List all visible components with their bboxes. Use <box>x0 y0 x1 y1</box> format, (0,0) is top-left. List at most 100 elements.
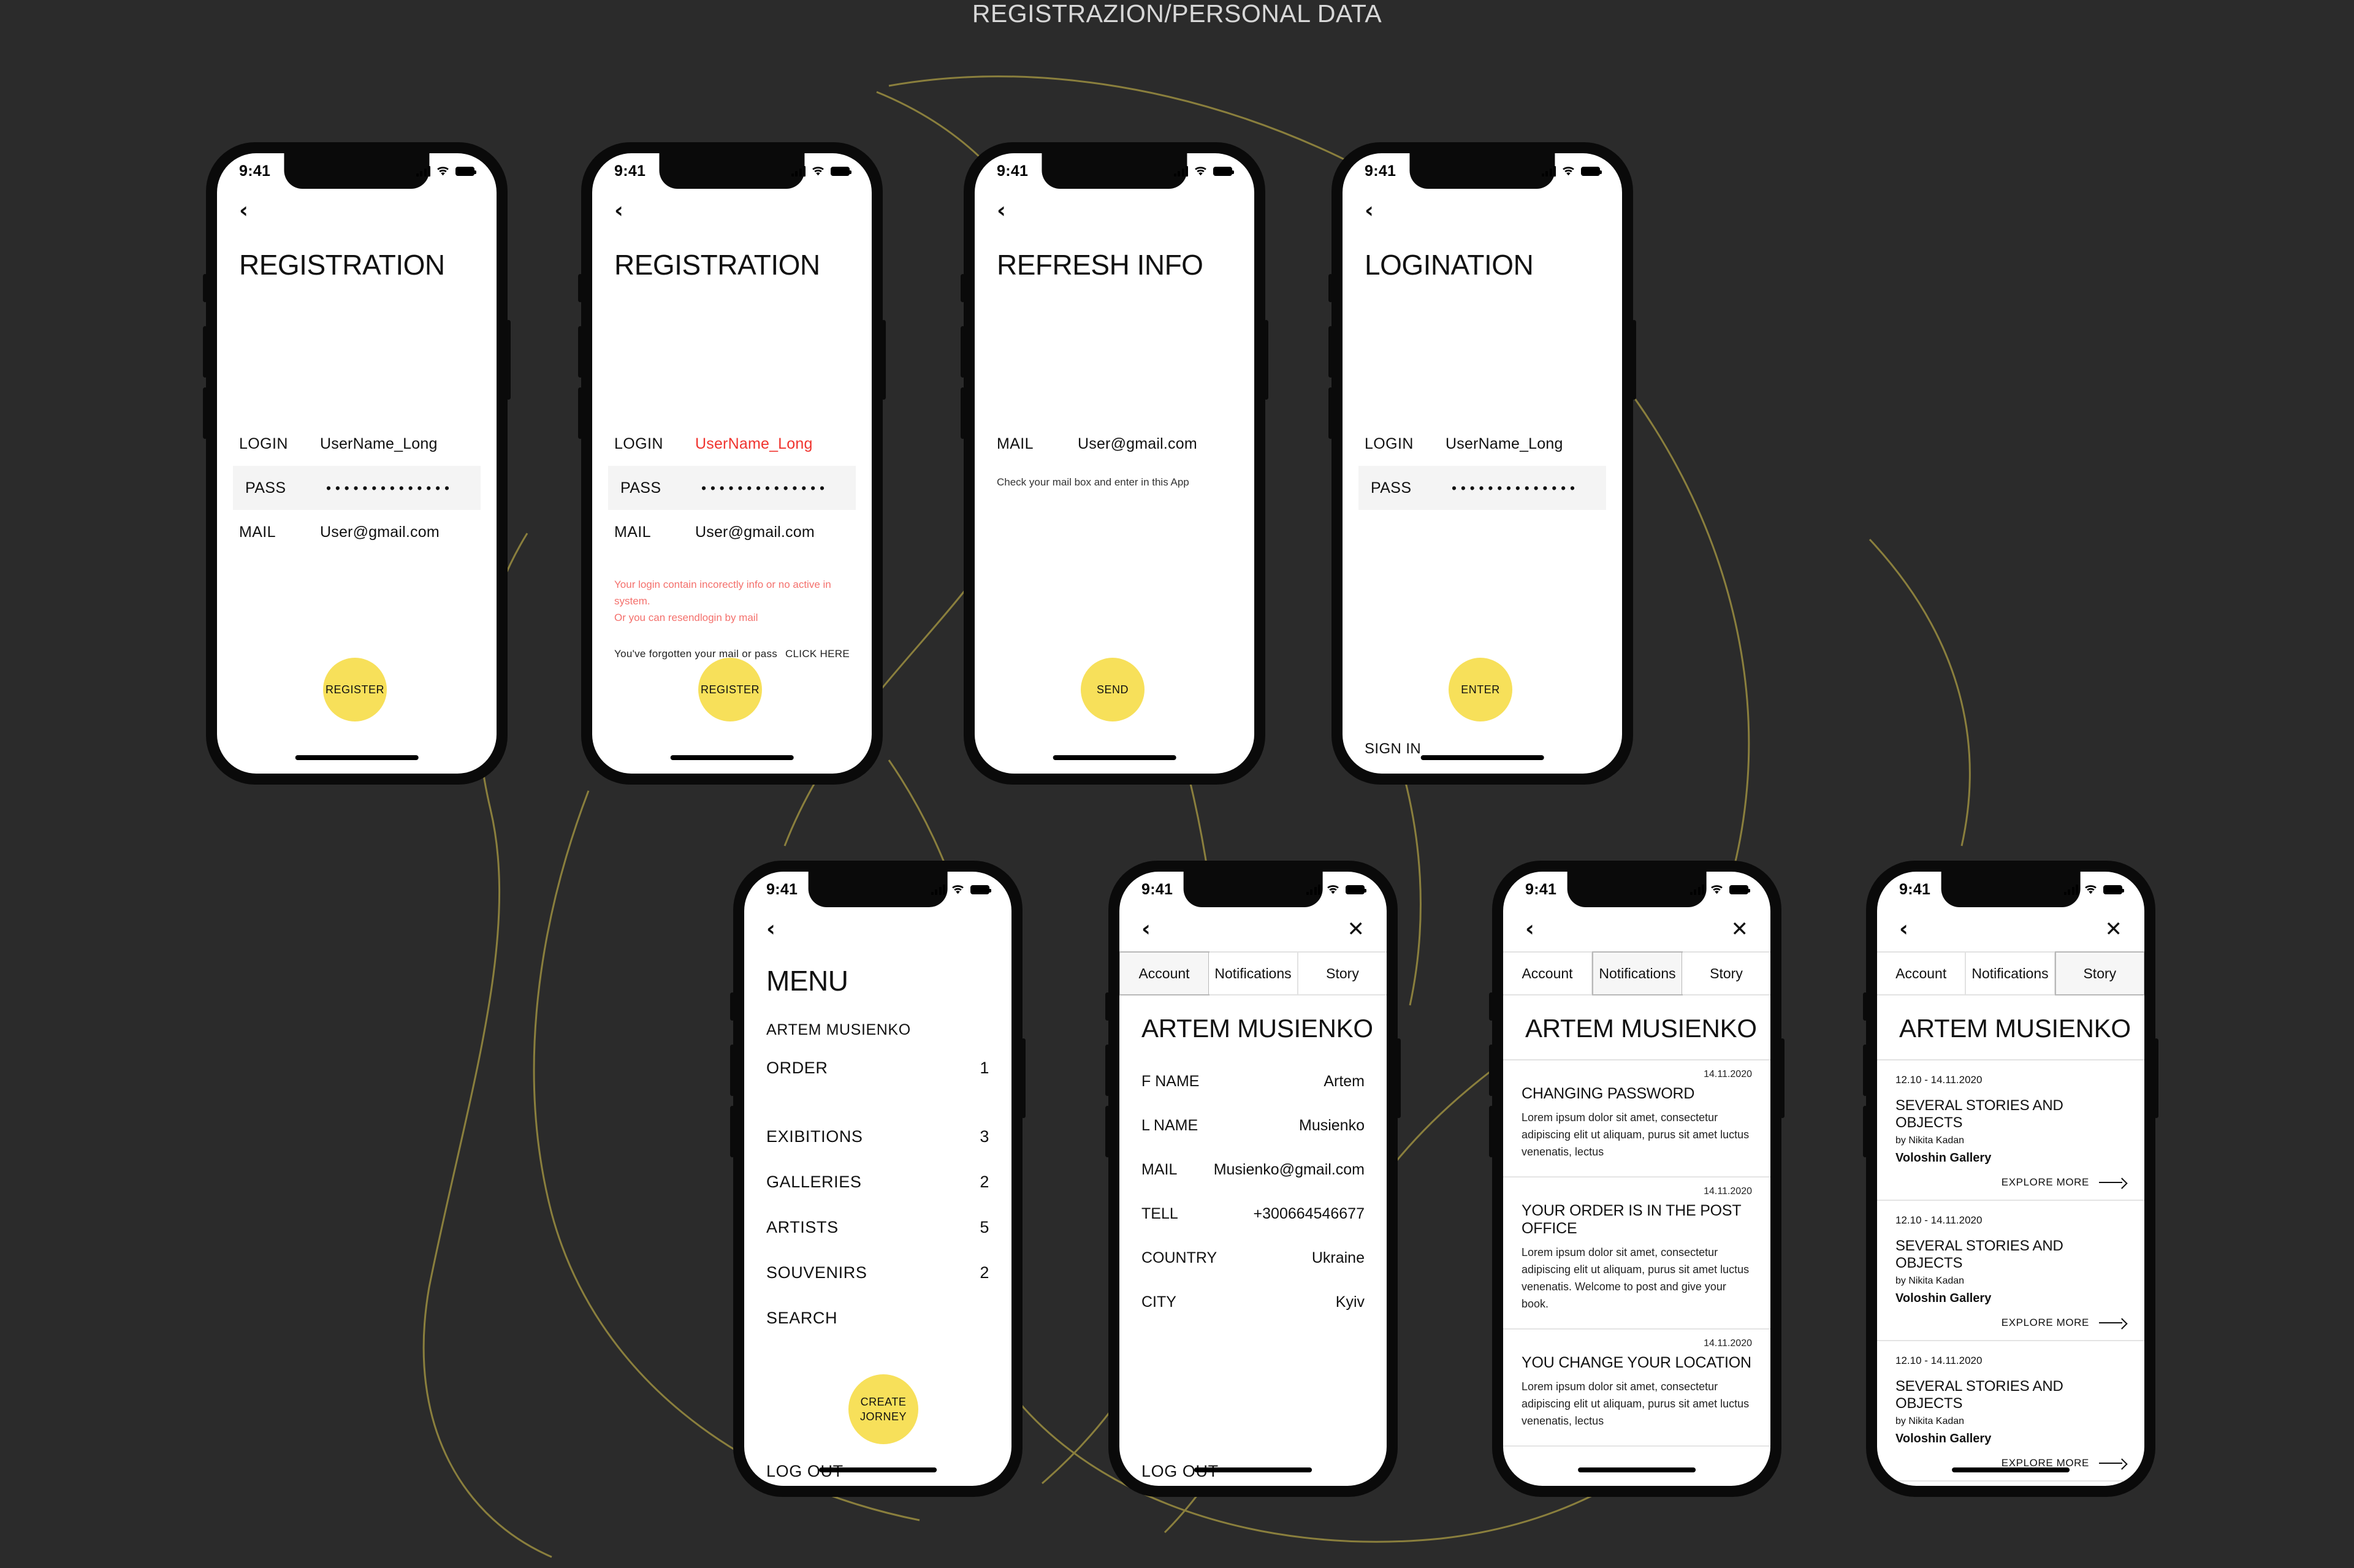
story-item[interactable]: 12.10 - 14.11.2020 SEVERAL STORIES AND O… <box>1877 1201 2144 1341</box>
status-time: 9:41 <box>239 162 271 180</box>
power-button[interactable] <box>1396 1038 1401 1118</box>
field-pass[interactable]: PASS • • • • • • • • • • • • • • <box>233 466 481 510</box>
story-author: by Nikita Kadan <box>1895 1416 1965 1426</box>
field-mail[interactable]: MAIL User@gmail.com <box>614 510 850 554</box>
power-button[interactable] <box>882 320 886 400</box>
volume-up-button[interactable] <box>1328 326 1333 378</box>
account-row-lname[interactable]: L NAME Musienko <box>1119 1103 1387 1147</box>
mute-switch[interactable] <box>1863 992 1867 1021</box>
menu-item-souvenirs[interactable]: SOUVENIRS 2 <box>766 1250 989 1295</box>
volume-up-button[interactable] <box>961 326 965 378</box>
account-row-fname[interactable]: F NAME Artem <box>1119 1059 1387 1103</box>
back-icon[interactable]: ‹ <box>766 918 775 940</box>
story-item[interactable]: 12.10 - 14.11.2020 SEVERAL STORIES AND O… <box>1877 1341 2144 1482</box>
notification-item[interactable]: 14.11.2020 YOUR ORDER IS IN THE POST OFF… <box>1503 1178 1770 1330</box>
power-button[interactable] <box>1021 1038 1026 1118</box>
volume-up-button[interactable] <box>578 326 582 378</box>
volume-down-button[interactable] <box>1328 387 1333 439</box>
volume-up-button[interactable] <box>730 1045 734 1096</box>
notification-item[interactable]: 14.11.2020 CHANGING PASSWORD Lorem ipsum… <box>1503 1060 1770 1178</box>
menu-item-search[interactable]: SEARCH <box>766 1295 989 1341</box>
explore-more-link[interactable]: EXPLORE MORE <box>1895 1176 2126 1189</box>
error-message: Your login contain incorectly info or no… <box>592 576 872 626</box>
field-login[interactable]: LOGIN UserName_Long <box>614 422 850 466</box>
back-icon[interactable]: ‹ <box>1525 918 1534 940</box>
volume-down-button[interactable] <box>1489 1106 1493 1157</box>
back-icon[interactable]: ‹ <box>1141 918 1151 940</box>
field-mail[interactable]: MAIL User@gmail.com <box>997 422 1232 466</box>
menu-item-order[interactable]: ORDER 1 <box>766 1045 989 1090</box>
tab-account[interactable]: Account <box>1503 953 1593 994</box>
power-button[interactable] <box>1632 320 1636 400</box>
volume-up-button[interactable] <box>1105 1045 1110 1096</box>
field-pass[interactable]: PASS • • • • • • • • • • • • • • <box>608 466 856 510</box>
account-row-tell[interactable]: TELL +300664546677 <box>1119 1192 1387 1236</box>
back-icon[interactable]: ‹ <box>614 200 623 222</box>
close-icon[interactable]: ✕ <box>1347 919 1365 940</box>
register-button[interactable]: REGISTER <box>323 658 387 721</box>
mute-switch[interactable] <box>578 274 582 302</box>
tab-notifications[interactable]: Notifications <box>1209 953 1298 994</box>
explore-more-link[interactable]: EXPLORE MORE <box>1895 1317 2126 1329</box>
menu-list: ORDER 1 EXIBITIONS 3 GALLERIES 2 ARTISTS <box>744 1045 1011 1341</box>
close-icon[interactable]: ✕ <box>2105 919 2123 940</box>
mute-switch[interactable] <box>730 992 734 1021</box>
volume-up-button[interactable] <box>203 326 207 378</box>
tab-account[interactable]: Account <box>1119 951 1209 995</box>
create-journey-button[interactable]: CREATE JORNEY <box>848 1374 918 1444</box>
power-button[interactable] <box>1780 1038 1785 1118</box>
volume-down-button[interactable] <box>578 387 582 439</box>
account-row-mail[interactable]: MAIL Musienko@gmail.com <box>1119 1147 1387 1192</box>
mute-switch[interactable] <box>203 274 207 302</box>
back-icon[interactable]: ‹ <box>1365 200 1374 222</box>
volume-up-button[interactable] <box>1489 1045 1493 1096</box>
arrow-right-icon <box>2099 1460 2126 1467</box>
notification-date: 14.11.2020 <box>1704 1069 1752 1079</box>
sign-in-link[interactable]: SIGN IN <box>1365 740 1421 758</box>
notification-item[interactable]: 14.11.2020 YOU CHANGE YOUR LOCATION Lore… <box>1503 1330 1770 1447</box>
menu-item-artists[interactable]: ARTISTS 5 <box>766 1205 989 1250</box>
close-icon[interactable]: ✕ <box>1731 919 1749 940</box>
volume-down-button[interactable] <box>1105 1106 1110 1157</box>
field-mail-value: User@gmail.com <box>1078 435 1197 452</box>
enter-button[interactable]: ENTER <box>1449 658 1512 721</box>
battery-icon <box>1729 885 1750 894</box>
click-here-link[interactable]: CLICK HERE <box>785 648 850 660</box>
volume-down-button[interactable] <box>730 1106 734 1157</box>
account-row-country[interactable]: COUNTRY Ukraine <box>1119 1236 1387 1280</box>
back-icon[interactable]: ‹ <box>239 200 248 222</box>
mute-switch[interactable] <box>961 274 965 302</box>
send-button[interactable]: SEND <box>1081 658 1145 721</box>
register-button[interactable]: REGISTER <box>698 658 762 721</box>
tab-account[interactable]: Account <box>1877 953 1967 994</box>
field-mail[interactable]: MAIL User@gmail.com <box>239 510 474 554</box>
story-gallery: Voloshin Gallery <box>1895 1151 1992 1165</box>
menu-item-exibitions[interactable]: EXIBITIONS 3 <box>766 1114 989 1159</box>
back-icon[interactable]: ‹ <box>997 200 1006 222</box>
volume-down-button[interactable] <box>1863 1106 1867 1157</box>
menu-item-galleries[interactable]: GALLERIES 2 <box>766 1159 989 1205</box>
tab-story[interactable]: Story <box>1298 953 1387 994</box>
tab-notifications[interactable]: Notifications <box>1592 951 1683 995</box>
mute-switch[interactable] <box>1105 992 1110 1021</box>
volume-up-button[interactable] <box>1863 1045 1867 1096</box>
volume-down-button[interactable] <box>961 387 965 439</box>
account-row-city[interactable]: CITY Kyiv <box>1119 1280 1387 1324</box>
power-button[interactable] <box>1264 320 1268 400</box>
mute-switch[interactable] <box>1328 274 1333 302</box>
mute-switch[interactable] <box>1489 992 1493 1021</box>
story-item[interactable]: 12.10 - 14.11.2020 SEVERAL STORIES AND O… <box>1877 1060 2144 1201</box>
back-icon[interactable]: ‹ <box>1899 918 1908 940</box>
power-button[interactable] <box>506 320 511 400</box>
field-login[interactable]: LOGIN UserName_Long <box>239 422 474 466</box>
tab-story[interactable]: Story <box>2054 951 2144 995</box>
field-login[interactable]: LOGIN UserName_Long <box>1365 422 1600 466</box>
tab-story[interactable]: Story <box>1682 953 1770 994</box>
field-pass[interactable]: PASS • • • • • • • • • • • • • • <box>1358 466 1606 510</box>
account-title: ARTEM MUSIENKO <box>1141 1014 1373 1043</box>
tab-notifications[interactable]: Notifications <box>1966 953 2055 994</box>
field-pass-value: • • • • • • • • • • • • • • <box>326 479 450 496</box>
volume-down-button[interactable] <box>203 387 207 439</box>
field-mail-value: User@gmail.com <box>695 523 815 541</box>
power-button[interactable] <box>2154 1038 2158 1118</box>
